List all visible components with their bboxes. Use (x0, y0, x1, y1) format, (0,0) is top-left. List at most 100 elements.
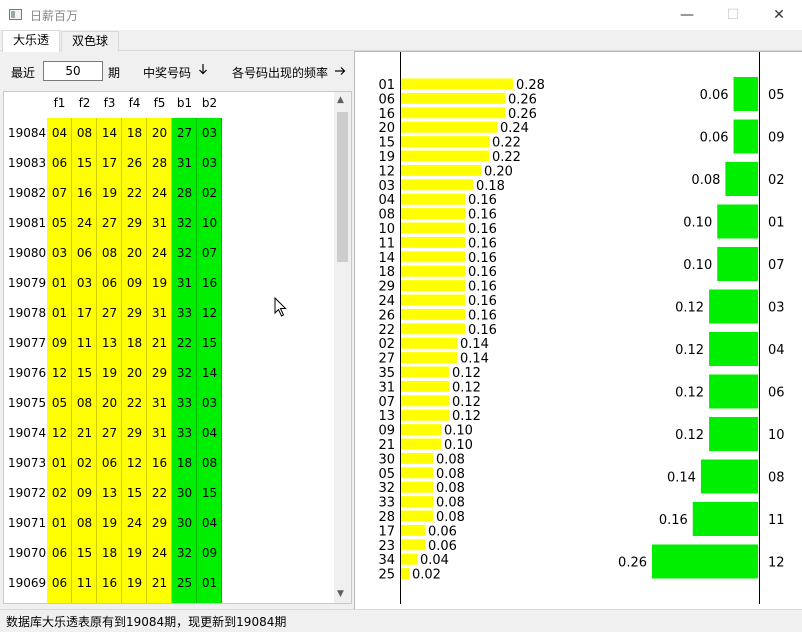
front-number-cell[interactable]: 24 (147, 246, 172, 260)
front-number-cell[interactable]: 21 (72, 426, 97, 440)
close-button[interactable]: ✕ (756, 0, 802, 30)
back-number-cell[interactable]: 25 (172, 576, 197, 590)
column-header[interactable]: f2 (72, 96, 97, 110)
front-number-cell[interactable]: 02 (47, 486, 72, 500)
back-number-cell[interactable]: 14 (197, 366, 222, 380)
front-number-cell[interactable]: 12 (47, 426, 72, 440)
front-number-cell[interactable]: 17 (72, 306, 97, 320)
back-number-cell[interactable]: 15 (197, 486, 222, 500)
back-number-cell[interactable]: 18 (172, 456, 197, 470)
tab-daletou[interactable]: 大乐透 (2, 30, 61, 52)
minimize-button[interactable]: — (664, 0, 710, 30)
back-number-cell[interactable]: 03 (197, 156, 222, 170)
front-number-cell[interactable]: 06 (47, 576, 72, 590)
front-number-cell[interactable]: 13 (97, 336, 122, 350)
back-number-cell[interactable]: 31 (172, 156, 197, 170)
column-header[interactable]: f5 (147, 96, 172, 110)
front-number-cell[interactable]: 15 (72, 156, 97, 170)
column-header[interactable]: f1 (47, 96, 72, 110)
back-number-cell[interactable]: 32 (172, 246, 197, 260)
back-number-cell[interactable]: 27 (172, 126, 197, 140)
front-number-cell[interactable]: 26 (122, 156, 147, 170)
back-number-cell[interactable]: 16 (197, 276, 222, 290)
front-number-cell[interactable]: 06 (47, 546, 72, 560)
front-number-cell[interactable]: 18 (122, 336, 147, 350)
back-number-cell[interactable]: 02 (197, 186, 222, 200)
back-number-cell[interactable]: 03 (197, 126, 222, 140)
scroll-up-icon[interactable]: ▲ (337, 95, 344, 105)
front-number-cell[interactable]: 21 (147, 576, 172, 590)
front-number-cell[interactable]: 15 (72, 546, 97, 560)
front-number-cell[interactable]: 28 (147, 156, 172, 170)
front-number-cell[interactable]: 14 (97, 126, 122, 140)
front-number-cell[interactable]: 01 (47, 306, 72, 320)
front-number-cell[interactable]: 19 (147, 276, 172, 290)
front-number-cell[interactable]: 16 (72, 186, 97, 200)
table-scrollbar[interactable]: ▲ ▼ (334, 92, 351, 603)
front-number-cell[interactable]: 01 (47, 276, 72, 290)
back-number-cell[interactable]: 31 (172, 276, 197, 290)
front-number-cell[interactable]: 29 (147, 516, 172, 530)
front-number-cell[interactable]: 07 (47, 186, 72, 200)
column-header[interactable]: f4 (122, 96, 147, 110)
front-number-cell[interactable]: 29 (122, 216, 147, 230)
front-number-cell[interactable]: 18 (122, 126, 147, 140)
back-number-cell[interactable]: 07 (197, 246, 222, 260)
column-header[interactable]: f3 (97, 96, 122, 110)
front-number-cell[interactable]: 27 (97, 426, 122, 440)
front-number-cell[interactable]: 24 (72, 216, 97, 230)
back-number-cell[interactable]: 32 (172, 216, 197, 230)
front-number-cell[interactable]: 22 (122, 186, 147, 200)
front-number-cell[interactable]: 06 (97, 456, 122, 470)
scroll-thumb[interactable] (337, 112, 348, 262)
back-number-cell[interactable]: 12 (197, 306, 222, 320)
front-number-cell[interactable]: 17 (97, 156, 122, 170)
front-number-cell[interactable]: 01 (47, 456, 72, 470)
back-number-cell[interactable]: 33 (172, 306, 197, 320)
back-number-cell[interactable]: 10 (197, 216, 222, 230)
back-number-cell[interactable]: 08 (197, 456, 222, 470)
front-number-cell[interactable]: 13 (97, 486, 122, 500)
front-number-cell[interactable]: 27 (97, 306, 122, 320)
front-number-cell[interactable]: 08 (97, 246, 122, 260)
front-number-cell[interactable]: 05 (47, 216, 72, 230)
tab-shuangseqiu[interactable]: 双色球 (61, 31, 120, 51)
front-number-cell[interactable]: 31 (147, 396, 172, 410)
front-number-cell[interactable]: 24 (122, 516, 147, 530)
front-number-cell[interactable]: 22 (122, 396, 147, 410)
front-number-cell[interactable]: 06 (97, 276, 122, 290)
front-number-cell[interactable]: 01 (47, 516, 72, 530)
front-number-cell[interactable]: 19 (97, 186, 122, 200)
back-number-cell[interactable]: 33 (172, 426, 197, 440)
period-count-input[interactable] (43, 61, 103, 81)
front-number-cell[interactable]: 03 (47, 246, 72, 260)
scroll-down-icon[interactable]: ▼ (337, 589, 344, 599)
back-number-cell[interactable]: 15 (197, 336, 222, 350)
front-number-cell[interactable]: 12 (47, 366, 72, 380)
front-number-cell[interactable]: 02 (72, 456, 97, 470)
front-number-cell[interactable]: 27 (97, 216, 122, 230)
front-number-cell[interactable]: 19 (122, 576, 147, 590)
front-number-cell[interactable]: 18 (97, 546, 122, 560)
back-number-cell[interactable]: 04 (197, 516, 222, 530)
front-number-cell[interactable]: 24 (147, 186, 172, 200)
back-number-cell[interactable]: 04 (197, 426, 222, 440)
front-number-cell[interactable]: 20 (97, 396, 122, 410)
front-number-cell[interactable]: 19 (122, 546, 147, 560)
column-header[interactable]: b1 (172, 96, 197, 110)
back-number-cell[interactable]: 30 (172, 486, 197, 500)
back-number-cell[interactable]: 22 (172, 336, 197, 350)
front-number-cell[interactable]: 19 (97, 366, 122, 380)
front-number-cell[interactable]: 29 (122, 306, 147, 320)
front-number-cell[interactable]: 31 (147, 306, 172, 320)
column-header[interactable]: b2 (197, 96, 222, 110)
back-number-cell[interactable]: 01 (197, 576, 222, 590)
maximize-button[interactable]: ☐ (710, 0, 756, 30)
front-number-cell[interactable]: 20 (122, 246, 147, 260)
front-number-cell[interactable]: 05 (47, 396, 72, 410)
back-number-cell[interactable]: 09 (197, 546, 222, 560)
back-number-cell[interactable]: 32 (172, 546, 197, 560)
front-number-cell[interactable]: 08 (72, 126, 97, 140)
front-number-cell[interactable]: 31 (147, 426, 172, 440)
front-number-cell[interactable]: 16 (97, 576, 122, 590)
